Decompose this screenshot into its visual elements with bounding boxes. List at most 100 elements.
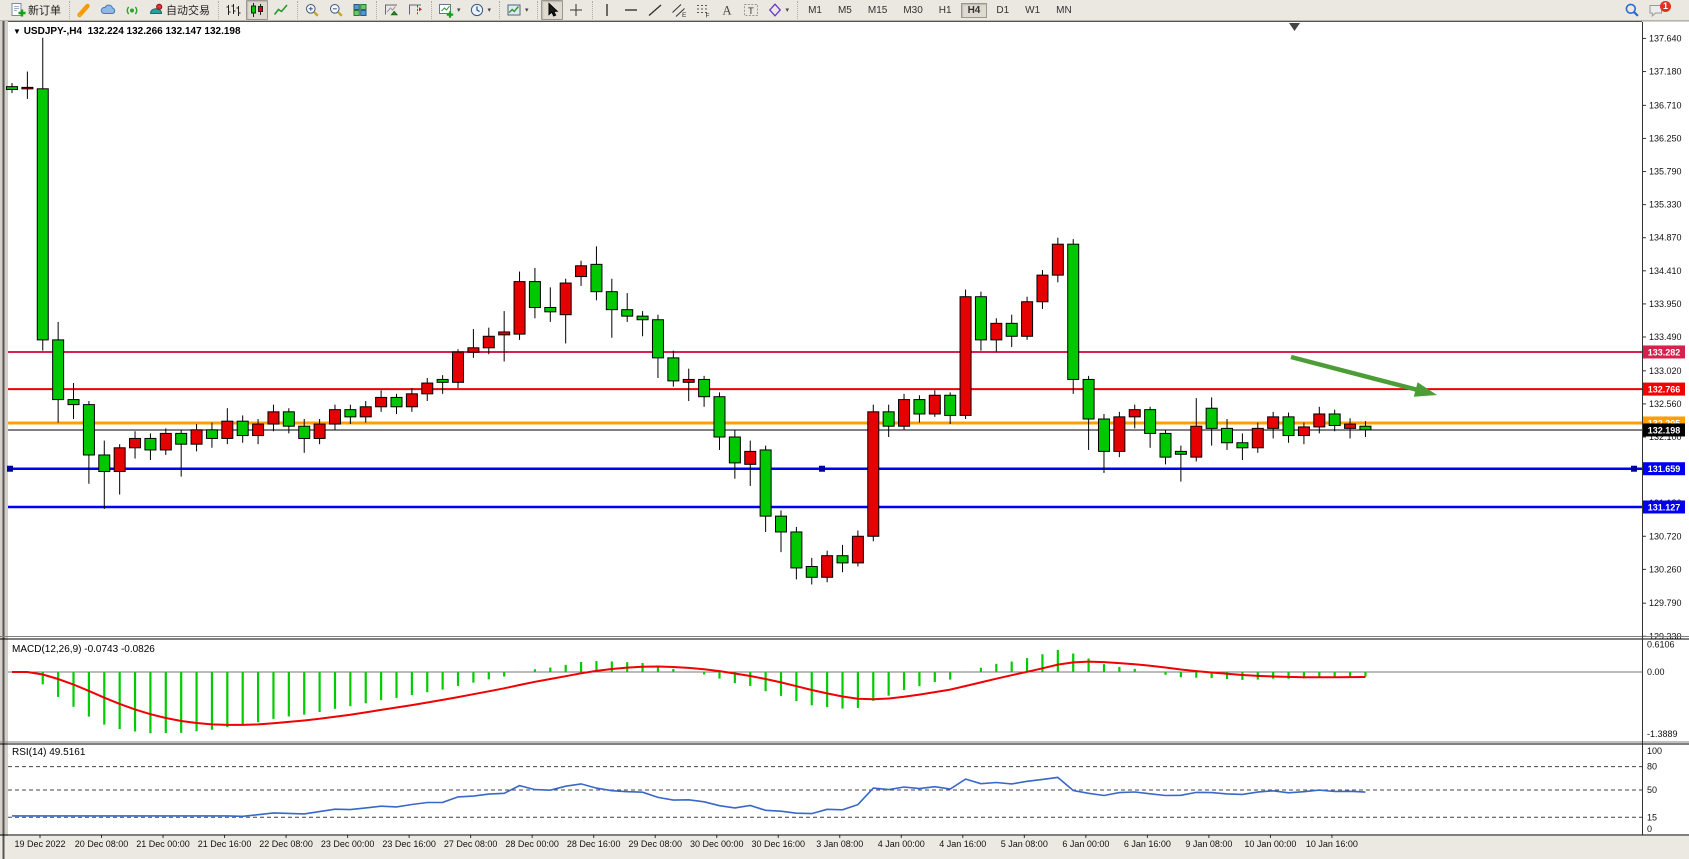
price-tick-label: 133.950 — [1649, 299, 1682, 309]
timeframe-m1-button[interactable]: M1 — [801, 3, 829, 18]
templates-icon — [506, 2, 522, 18]
timeframe-w1-button[interactable]: W1 — [1018, 3, 1047, 18]
price-tick-label: 133.490 — [1649, 332, 1682, 342]
time-axis-label: 23 Dec 00:00 — [321, 839, 375, 849]
templates-button[interactable]: ▾ — [503, 0, 532, 20]
time-axis-label: 28 Dec 00:00 — [505, 839, 559, 849]
rsi-axis-label: 100 — [1647, 746, 1662, 756]
timeframe-m5-button[interactable]: M5 — [831, 3, 859, 18]
chevron-down-icon[interactable]: ▾ — [525, 6, 529, 14]
hline-icon — [623, 2, 639, 18]
time-axis-label: 21 Dec 00:00 — [136, 839, 190, 849]
price-tick-label: 136.250 — [1649, 133, 1682, 143]
fibonacci-icon: F — [695, 2, 711, 18]
time-axis-label: 3 Jan 08:00 — [816, 839, 863, 849]
notification-badge: 1 — [1660, 1, 1671, 12]
new-order-button[interactable]: 新订单 — [7, 0, 64, 20]
timeframe-d1-button[interactable]: D1 — [989, 3, 1016, 18]
search-button[interactable] — [1621, 0, 1643, 20]
candle — [453, 349, 464, 388]
new-chart-button[interactable]: ▾ — [435, 0, 464, 20]
price-tick-label: 130.260 — [1649, 564, 1682, 574]
time-axis-label: 20 Dec 08:00 — [75, 839, 129, 849]
period-clock-button[interactable]: ▾ — [466, 0, 495, 20]
svg-text:132.198: 132.198 — [1648, 425, 1681, 435]
cloud-button[interactable] — [97, 0, 119, 20]
candle — [822, 551, 833, 583]
svg-text:E: E — [682, 12, 687, 18]
button-label: 新订单 — [28, 2, 61, 18]
shapes-button[interactable]: ▾ — [764, 0, 793, 20]
line-selection-handle[interactable] — [819, 466, 825, 472]
candle — [852, 531, 863, 567]
chart-candles-icon — [249, 2, 265, 18]
time-axis-label: 19 Dec 2022 — [14, 839, 65, 849]
timeframe-mn-button[interactable]: MN — [1049, 3, 1079, 18]
svg-text:F: F — [705, 13, 709, 19]
timeframe-h1-button[interactable]: H1 — [932, 3, 959, 18]
zoom-in-button[interactable] — [301, 0, 323, 20]
chart-shift-button[interactable] — [404, 0, 426, 20]
crayon-icon — [76, 2, 92, 18]
label-button[interactable]: T — [740, 0, 762, 20]
channel-icon: E — [671, 2, 687, 18]
fibonacci-button[interactable]: F — [692, 0, 714, 20]
chevron-down-icon[interactable]: ▾ — [786, 6, 790, 14]
time-axis-label: 10 Jan 16:00 — [1306, 839, 1358, 849]
price-tick-label: 135.330 — [1649, 200, 1682, 210]
cursor-button[interactable] — [541, 0, 563, 20]
svg-text:T: T — [748, 6, 754, 17]
auto-scroll-button[interactable] — [380, 0, 402, 20]
chart-candles-button[interactable] — [246, 0, 268, 20]
candle — [1068, 239, 1079, 394]
chevron-down-icon[interactable]: ▾ — [457, 6, 461, 14]
timeframe-h4-button[interactable]: H4 — [961, 3, 988, 18]
text-button[interactable]: A — [716, 0, 738, 20]
channel-button[interactable]: E — [668, 0, 690, 20]
autotrade-button[interactable]: 自动交易 — [145, 0, 213, 20]
signal-button[interactable] — [121, 0, 143, 20]
tile-windows-button[interactable] — [349, 0, 371, 20]
period-clock-icon — [469, 2, 485, 18]
signal-icon — [124, 2, 140, 18]
svg-text:133.282: 133.282 — [1648, 347, 1681, 357]
zoom-in-icon — [304, 2, 320, 18]
time-axis-label: 21 Dec 16:00 — [198, 839, 252, 849]
chat-button[interactable]: 1 — [1645, 0, 1680, 20]
price-tick-label: 134.870 — [1649, 233, 1682, 243]
rsi-value: 49.5161 — [49, 747, 85, 758]
chart-ohlc-values: 132.224 132.266 132.147 132.198 — [88, 26, 241, 37]
macd-axis-label: 0.00 — [1647, 667, 1665, 677]
price-tick-label: 137.180 — [1649, 67, 1682, 77]
crosshair-button[interactable] — [565, 0, 587, 20]
crayon-button[interactable] — [73, 0, 95, 20]
timeframe-m15-button[interactable]: M15 — [861, 3, 894, 18]
chart-line-button[interactable] — [270, 0, 292, 20]
timeframe-m30-button[interactable]: M30 — [896, 3, 929, 18]
new-order-icon — [10, 2, 26, 18]
zoom-out-button[interactable] — [325, 0, 347, 20]
price-badge-133.282: 133.282 — [1643, 345, 1685, 358]
chart-symbol-period: USDJPY-,H4 — [24, 26, 82, 37]
rsi-indicator-label: RSI(14) 49.5161 — [12, 747, 85, 758]
time-axis-label: 4 Jan 00:00 — [878, 839, 925, 849]
tile-windows-icon — [352, 2, 368, 18]
trendline-button[interactable] — [644, 0, 666, 20]
symbol-dropdown-icon[interactable]: ▼ — [13, 27, 21, 36]
time-axis-label: 6 Jan 00:00 — [1062, 839, 1109, 849]
chevron-down-icon[interactable]: ▾ — [488, 6, 492, 14]
svg-text:131.127: 131.127 — [1648, 502, 1681, 512]
chart-canvas[interactable]: 137.640137.180136.710136.250135.790135.3… — [0, 0, 1689, 859]
line-selection-handle[interactable] — [7, 466, 13, 472]
chart-line-icon — [273, 2, 289, 18]
vline-button[interactable] — [596, 0, 618, 20]
time-axis-label: 22 Dec 08:00 — [259, 839, 313, 849]
line-selection-handle[interactable] — [1631, 466, 1637, 472]
hline-button[interactable] — [620, 0, 642, 20]
macd-axis-label: -1.3889 — [1647, 729, 1678, 739]
candle — [514, 272, 525, 340]
chart-bars-button[interactable] — [222, 0, 244, 20]
price-tick-label: 132.560 — [1649, 399, 1682, 409]
time-axis-label: 5 Jan 08:00 — [1001, 839, 1048, 849]
time-axis-label: 9 Jan 08:00 — [1185, 839, 1232, 849]
